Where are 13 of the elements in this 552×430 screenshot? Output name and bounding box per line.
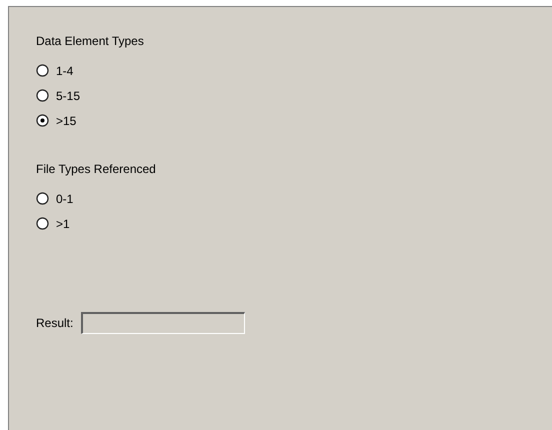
radio-button[interactable] bbox=[36, 64, 49, 77]
group-heading: File Types Referenced bbox=[36, 161, 157, 178]
group-heading: Data Element Types bbox=[36, 33, 145, 50]
radio-button[interactable] bbox=[36, 89, 49, 102]
radio-button[interactable] bbox=[36, 192, 49, 205]
radio-button[interactable] bbox=[36, 114, 49, 127]
radio-button[interactable] bbox=[36, 217, 49, 230]
option-label: 5-15 bbox=[56, 88, 80, 104]
option-label: 0-1 bbox=[56, 190, 74, 206]
result-label: Result: bbox=[36, 315, 74, 331]
option-label: 1-4 bbox=[56, 62, 74, 78]
option-label: >1 bbox=[56, 216, 70, 232]
option-label: >15 bbox=[56, 112, 76, 128]
